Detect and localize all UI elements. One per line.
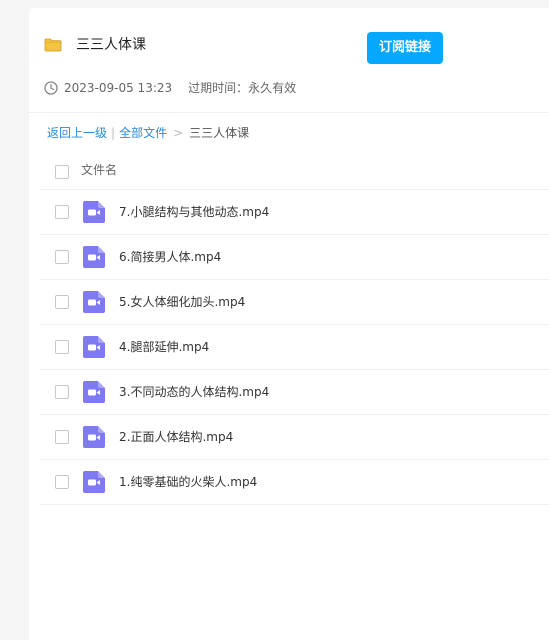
file-row[interactable]: 5.女人体细化加头.mp4 [39,280,549,325]
expiry-text: 过期时间：永久有效 [188,81,297,95]
column-header-filename: 文件名 [81,163,118,177]
file-checkbox[interactable] [55,295,69,309]
file-name[interactable]: 7.小腿结构与其他动态.mp4 [119,204,269,220]
file-row[interactable]: 4.腿部延伸.mp4 [39,325,549,370]
video-file-icon [83,201,105,223]
file-checkbox[interactable] [55,475,69,489]
select-all-checkbox[interactable] [55,165,69,179]
video-file-icon [83,246,105,268]
file-row[interactable]: 2.正面人体结构.mp4 [39,415,549,460]
breadcrumb: 返回上一级 | 全部文件 > 三三人体课 [47,124,249,142]
video-file-icon [83,291,105,313]
breadcrumb-back-link[interactable]: 返回上一级 [47,126,107,140]
file-name[interactable]: 1.纯零基础的火柴人.mp4 [119,474,257,490]
file-checkbox[interactable] [55,205,69,219]
chevron-right-icon: > [173,126,184,140]
file-name[interactable]: 3.不同动态的人体结构.mp4 [119,384,269,400]
file-checkbox[interactable] [55,430,69,444]
file-row[interactable]: 1.纯零基础的火柴人.mp4 [39,460,549,505]
file-checkbox[interactable] [55,250,69,264]
file-list: 文件名 7.小腿结构与其他动态.mp4 6.简接男人体.mp4 5.女人体细化加头.… [39,152,549,505]
file-name[interactable]: 4.腿部延伸.mp4 [119,339,209,355]
file-checkbox[interactable] [55,340,69,354]
video-file-icon [83,471,105,493]
file-row[interactable]: 7.小腿结构与其他动态.mp4 [39,190,549,235]
breadcrumb-divider: | [111,126,116,140]
share-meta: 2023-09-05 13:23 过期时间：永久有效 [44,79,296,97]
file-name[interactable]: 6.简接男人体.mp4 [119,249,221,265]
folder-icon [44,38,62,52]
subscribe-link-button[interactable]: 订阅链接 [367,32,443,64]
file-name[interactable]: 2.正面人体结构.mp4 [119,429,233,445]
breadcrumb-all-files-link[interactable]: 全部文件 [119,126,167,140]
breadcrumb-current: 三三人体课 [189,126,250,140]
file-name[interactable]: 5.女人体细化加头.mp4 [119,294,245,310]
clock-icon [44,81,58,95]
file-row[interactable]: 6.简接男人体.mp4 [39,235,549,280]
share-header: 三三人体课 订阅链接 2023-09-05 13:23 过期时间：永久有效 [29,8,549,113]
file-checkbox[interactable] [55,385,69,399]
file-row[interactable]: 3.不同动态的人体结构.mp4 [39,370,549,415]
file-list-header: 文件名 [39,152,549,190]
video-file-icon [83,426,105,448]
share-date: 2023-09-05 13:23 [64,81,173,95]
share-panel: 三三人体课 订阅链接 2023-09-05 13:23 过期时间：永久有效 返回上… [29,8,549,640]
folder-title: 三三人体课 [76,37,146,53]
video-file-icon [83,381,105,403]
video-file-icon [83,336,105,358]
